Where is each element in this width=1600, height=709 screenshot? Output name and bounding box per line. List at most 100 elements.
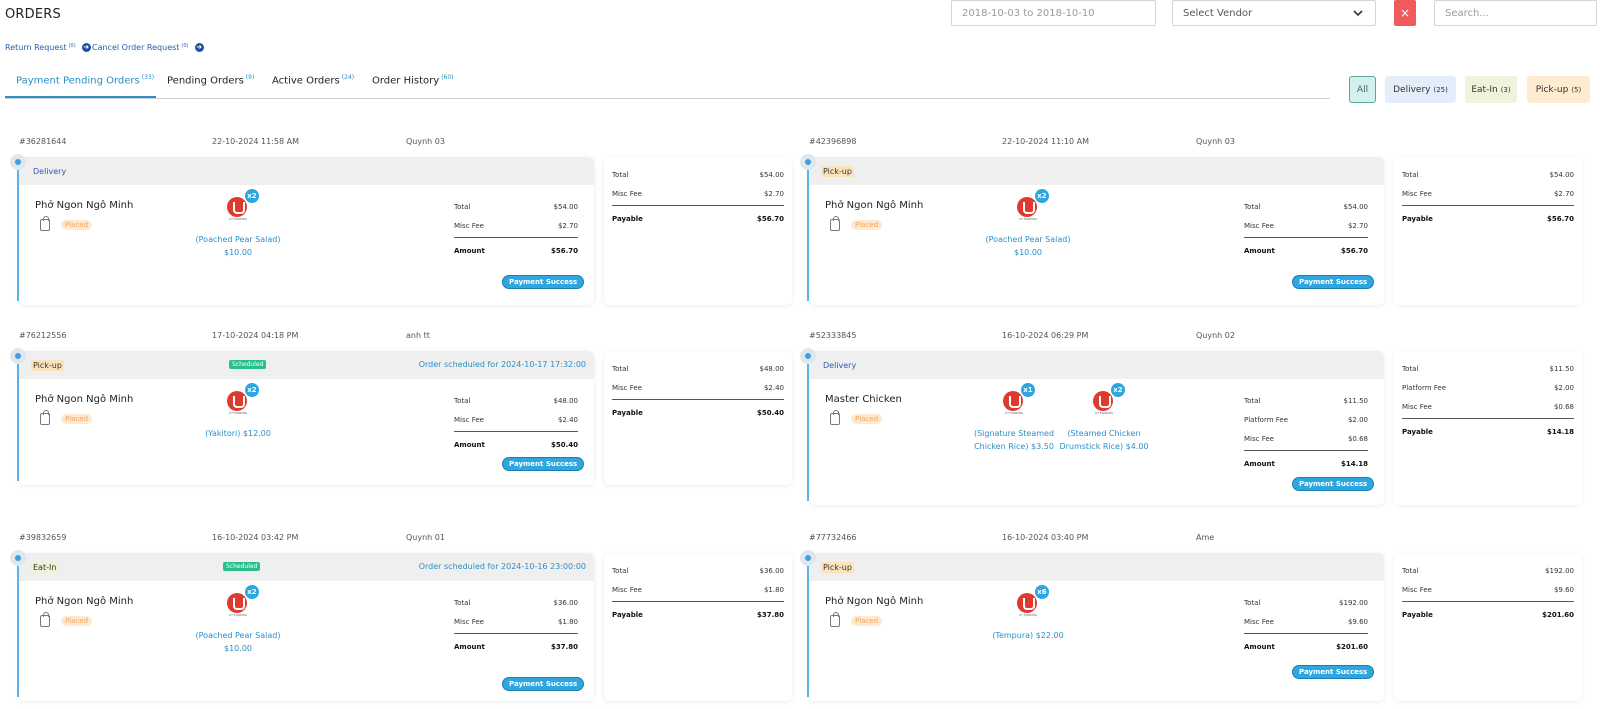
- payment-success-button[interactable]: Payment Success: [1292, 477, 1375, 491]
- label: Misc Fee: [454, 617, 484, 626]
- return-request-link[interactable]: Return Request (0) ➜: [5, 43, 91, 52]
- payment-success-button[interactable]: Payment Success: [1292, 275, 1375, 289]
- value: $9.60: [1347, 617, 1368, 626]
- order-date: 16-10-2024 06:29 PM: [1002, 331, 1089, 340]
- label: Total: [1402, 170, 1419, 179]
- label: Payable: [1402, 610, 1433, 619]
- label: Amount: [1244, 246, 1275, 255]
- logo-brand-text: CT FOODHA: [229, 411, 247, 415]
- tab-payment-pending[interactable]: Payment Pending Orders (33): [16, 74, 154, 86]
- order-summary: Total $11.50 Platform Fee $2.00 Misc Fee $0…: [1244, 391, 1368, 473]
- order-card[interactable]: Eat-In Scheduled Order scheduled for 202…: [19, 553, 594, 701]
- logo-brand-text: CT FOODHA: [1019, 613, 1037, 617]
- item-name: (Yakitori) $12.00: [205, 429, 271, 438]
- order-card[interactable]: Pick-up Phở Ngon Ngô Minh Placed x6 CT FO…: [809, 553, 1384, 701]
- label: Platform Fee: [1402, 383, 1447, 392]
- label: Amount: [454, 246, 485, 255]
- vendor-name: Phở Ngon Ngô Minh: [825, 200, 924, 211]
- return-request-count: (0): [68, 43, 76, 49]
- value: $11.50: [1343, 396, 1369, 405]
- label: Misc Fee: [1244, 434, 1274, 443]
- date-range-input[interactable]: 2018-10-03 to 2018-10-10: [951, 0, 1156, 26]
- value: $36.00: [553, 598, 579, 607]
- cancel-request-link[interactable]: Cancel Order Request (0) ➜: [92, 43, 204, 52]
- label: Misc Fee: [1244, 221, 1274, 230]
- value: $54.00: [759, 170, 785, 179]
- arrow-right-icon: ➜: [81, 43, 91, 52]
- chip-count: (3): [1500, 85, 1511, 94]
- item-quantity: x2: [1111, 383, 1125, 397]
- order-card[interactable]: Pick-up Phở Ngon Ngô Minh Placed x2 CT FO…: [809, 157, 1384, 305]
- payment-success-button[interactable]: Payment Success: [1292, 665, 1375, 679]
- filter-pickup-chip[interactable]: Pick-up (5): [1527, 76, 1590, 103]
- label: Total: [454, 598, 471, 607]
- logo-brand-text: CT FOODHA: [229, 613, 247, 617]
- order-card[interactable]: Delivery Phở Ngon Ngô Minh Placed x2 CT F…: [19, 157, 594, 305]
- filter-delivery-chip[interactable]: Delivery (25): [1385, 76, 1456, 103]
- order-item[interactable]: x2 CT FOODHA (Steamed Chicken Drumstick Ri…: [1059, 383, 1149, 453]
- order-date: 22-10-2024 11:10 AM: [1002, 137, 1090, 146]
- order-date: 16-10-2024 03:42 PM: [212, 533, 299, 542]
- value: $2.70: [557, 221, 578, 230]
- payment-success-button[interactable]: Payment Success: [502, 457, 585, 471]
- value: $14.18: [1340, 459, 1368, 468]
- date-range-value: 2018-10-03 to 2018-10-10: [962, 7, 1095, 19]
- vendor-select-value: Select Vendor: [1183, 7, 1253, 19]
- label: Payable: [612, 610, 643, 619]
- scheduled-badge: Scheduled: [223, 562, 261, 571]
- order-item[interactable]: x6 CT FOODHA (Tempura) $22.00: [983, 585, 1073, 642]
- payment-success-button[interactable]: Payment Success: [502, 677, 585, 691]
- label: Total: [1244, 598, 1261, 607]
- order-item[interactable]: x2 CT FOODHA (Poached Pear Salad) $10.00: [983, 189, 1073, 259]
- tab-label: Pending Orders: [167, 75, 244, 87]
- filter-all-chip[interactable]: All: [1349, 76, 1376, 103]
- clear-filter-button[interactable]: ×: [1394, 0, 1416, 26]
- order-customer: Quynh 03: [406, 137, 445, 146]
- value: $54.00: [1549, 170, 1575, 179]
- tab-pending-orders[interactable]: Pending Orders (9): [167, 74, 254, 86]
- search-input[interactable]: Search...: [1434, 0, 1597, 26]
- chevron-down-icon: [1353, 10, 1363, 17]
- payable-card: Total $48.00 Misc Fee $2.40 Payable $50.40: [604, 351, 792, 485]
- divider: [612, 399, 784, 400]
- order-summary: Total $36.00 Misc Fee $1.80 Amount $37.80: [454, 593, 578, 656]
- return-request-label: Return Request: [5, 43, 67, 52]
- label: Total: [1244, 202, 1261, 211]
- value: $1.80: [557, 617, 578, 626]
- tab-order-history[interactable]: Order History (60): [372, 74, 454, 86]
- timeline-dot: [10, 348, 26, 364]
- value: $56.70: [1340, 246, 1368, 255]
- status-badge: Placed: [61, 220, 93, 230]
- item-name-line2: Drumstick Rice) $4.00: [1059, 442, 1149, 451]
- label: Misc Fee: [612, 189, 642, 198]
- value: $48.00: [759, 364, 785, 373]
- order-type-badge: Delivery: [33, 167, 67, 176]
- order-id: #42396898: [809, 137, 857, 146]
- item-name: (Poached Pear Salad): [195, 631, 281, 640]
- divider: [612, 205, 784, 206]
- value: $50.40: [756, 408, 784, 417]
- tab-active-orders[interactable]: Active Orders (24): [272, 74, 354, 86]
- value: $2.70: [763, 189, 784, 198]
- item-quantity: x1: [1021, 383, 1035, 397]
- payable-card: Total $54.00 Misc Fee $2.70 Payable $56.70: [1394, 157, 1582, 305]
- order-item[interactable]: x2 CT FOODHA (Yakitori) $12.00: [193, 383, 283, 440]
- payment-success-button[interactable]: Payment Success: [502, 275, 585, 289]
- label: Total: [612, 170, 629, 179]
- order-card[interactable]: Pick-up Scheduled Order scheduled for 20…: [19, 351, 594, 485]
- tab-label: Active Orders: [272, 75, 340, 87]
- tabs-divider: [5, 98, 1330, 99]
- order-card[interactable]: Delivery Master Chicken Placed x1 CT FOOD…: [809, 351, 1384, 505]
- vendor-name: Phở Ngon Ngô Minh: [35, 394, 134, 405]
- order-item[interactable]: x2 CT FOODHA (Poached Pear Salad) $10.00: [193, 585, 283, 655]
- order-item[interactable]: x2 CT FOODHA (Poached Pear Salad) $10.00: [193, 189, 283, 259]
- value: $11.50: [1549, 364, 1575, 373]
- item-name: (Steamed Chicken: [1067, 429, 1141, 438]
- value: $2.70: [1347, 221, 1368, 230]
- order-item[interactable]: x1 CT FOODHA (Signature Steamed Chicken Ri…: [969, 383, 1059, 453]
- vendor-select[interactable]: Select Vendor: [1172, 0, 1376, 26]
- filter-eatin-chip[interactable]: Eat-In (3): [1465, 76, 1517, 103]
- label: Amount: [1244, 459, 1275, 468]
- order-card-header: Delivery: [19, 157, 594, 185]
- value: $0.68: [1347, 434, 1368, 443]
